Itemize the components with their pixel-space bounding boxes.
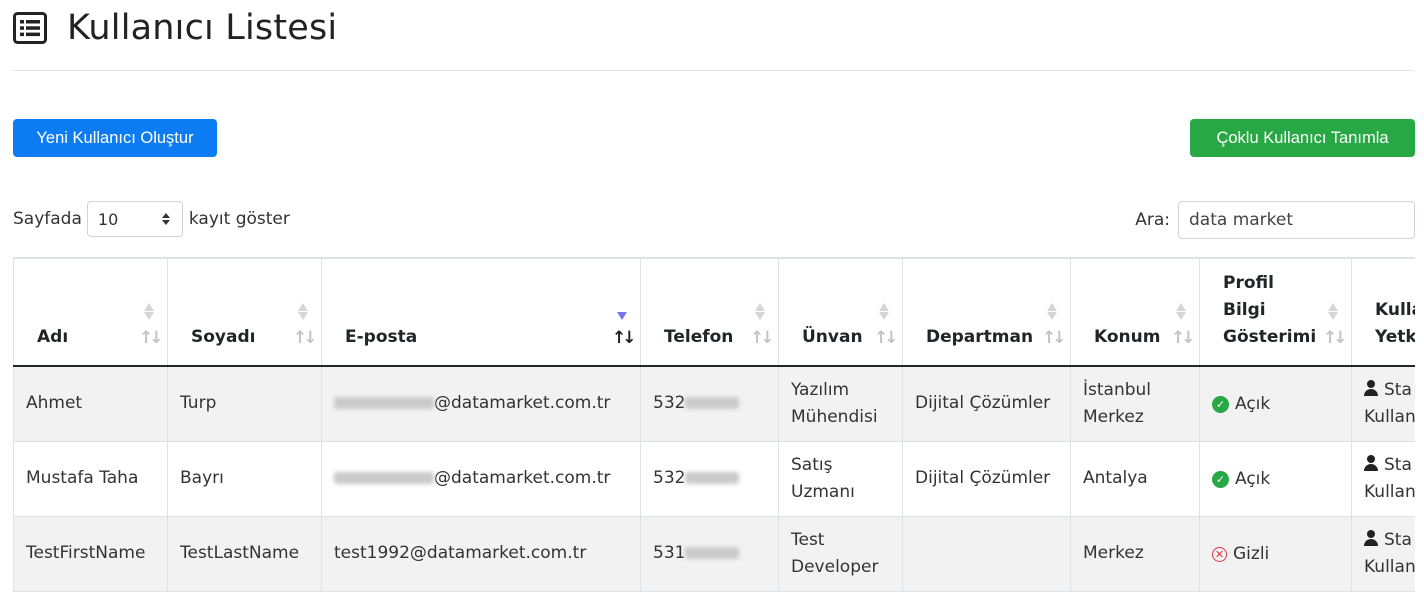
table-row[interactable]: Ahmet Turp @datamarket.com.tr 532 Yazılı… (13, 366, 1415, 442)
cell-soyad: Turp (167, 366, 322, 442)
list-icon (13, 12, 47, 44)
redacted-text (334, 397, 434, 410)
redacted-text (685, 547, 740, 559)
cell-yetki: Sta Kullan (1351, 516, 1415, 592)
sort-icon: ↑↓ (1042, 303, 1066, 349)
cell-email: test1992@datamarket.com.tr (321, 516, 641, 592)
user-icon (1364, 529, 1378, 546)
column-header-soyad[interactable]: Soyadı ↑↓ (167, 257, 322, 367)
sort-icon: ↑↓ (750, 303, 774, 349)
sort-icon: ↑↓ (1323, 303, 1347, 349)
bulk-users-button[interactable]: Çoklu Kullanıcı Tanımla (1190, 119, 1415, 157)
search-label: Ara: (1135, 210, 1170, 230)
sort-icon: ↑↓ (293, 303, 317, 349)
column-header-unvan[interactable]: Ünvan ↑↓ (778, 257, 903, 367)
cell-konum: Antalya (1070, 441, 1200, 517)
cell-departman: Dijital Çözümler (902, 366, 1071, 442)
users-table-wrapper[interactable]: Adı ↑↓ Soyadı ↑↓ E-posta ↑↓ Telefon ↑↓ Ünvan… (13, 257, 1415, 594)
column-header-yetki[interactable]: KullaYetk (1351, 257, 1415, 367)
cell-yetki: Sta Kullan (1351, 441, 1415, 517)
length-prefix: Sayfada (13, 209, 82, 229)
cell-profil: ✓ Açık (1199, 366, 1352, 442)
cell-profil: ✕ Gizli (1199, 516, 1352, 592)
cell-ad: Mustafa Taha (13, 441, 168, 517)
table-header-row: Adı ↑↓ Soyadı ↑↓ E-posta ↑↓ Telefon ↑↓ Ünvan… (13, 257, 1415, 367)
cell-telefon: 531 (640, 516, 779, 592)
search-control: Ara: (1135, 201, 1415, 239)
column-header-departman[interactable]: Departman ↑↓ (902, 257, 1071, 367)
cell-yetki: Sta Kullan (1351, 366, 1415, 442)
sort-icon: ↑↓ (1171, 303, 1195, 349)
new-user-button[interactable]: Yeni Kullanıcı Oluştur (13, 119, 217, 157)
cell-unvan: Satış Uzmanı (778, 441, 903, 517)
column-header-eposta[interactable]: E-posta ↑↓ (321, 257, 641, 367)
sort-desc-icon: ↑↓ (612, 303, 636, 349)
cell-departman: Dijital Çözümler (902, 441, 1071, 517)
cell-unvan: Yazılım Mühendisi (778, 366, 903, 442)
cell-email: @datamarket.com.tr (321, 441, 641, 517)
check-circle-icon: ✓ (1212, 470, 1229, 488)
column-header-telefon[interactable]: Telefon ↑↓ (640, 257, 779, 367)
cell-ad: TestFirstName (13, 516, 168, 592)
check-circle-icon: ✓ (1212, 395, 1229, 413)
table-row[interactable]: TestFirstName TestLastName test1992@data… (13, 516, 1415, 592)
user-icon (1364, 379, 1378, 396)
page-length-control: Sayfada 10 kayıt göster (13, 201, 290, 237)
header-divider (13, 70, 1414, 71)
cell-soyad: TestLastName (167, 516, 322, 592)
redacted-text (334, 472, 434, 484)
sort-icon: ↑↓ (874, 303, 898, 349)
table-row[interactable]: Mustafa Taha Bayrı @datamarket.com.tr 53… (13, 441, 1415, 517)
cell-telefon: 532 (640, 366, 779, 442)
cell-unvan: Test Developer (778, 516, 903, 592)
sort-icon: ↑↓ (139, 303, 163, 349)
select-arrows-icon (161, 213, 170, 225)
cell-ad: Ahmet (13, 366, 168, 442)
user-icon (1364, 454, 1378, 471)
cell-konum: İstanbul Merkez (1070, 366, 1200, 442)
users-table: Adı ↑↓ Soyadı ↑↓ E-posta ↑↓ Telefon ↑↓ Ünvan… (13, 257, 1415, 592)
x-circle-icon: ✕ (1212, 546, 1227, 562)
redacted-text (685, 397, 740, 410)
page-length-select[interactable]: 10 (86, 201, 183, 237)
cell-konum: Merkez (1070, 516, 1200, 592)
page-length-value: 10 (97, 209, 119, 229)
column-header-konum[interactable]: Konum ↑↓ (1070, 257, 1200, 367)
redacted-text (685, 472, 740, 484)
search-input[interactable] (1178, 201, 1415, 239)
cell-soyad: Bayrı (167, 441, 322, 517)
page-title: Kullanıcı Listesi (67, 8, 338, 48)
page-header: Kullanıcı Listesi (13, 8, 337, 48)
cell-telefon: 532 (640, 441, 779, 517)
cell-departman (902, 516, 1071, 592)
column-header-ad[interactable]: Adı ↑↓ (13, 257, 168, 367)
cell-profil: ✓ Açık (1199, 441, 1352, 517)
cell-email: @datamarket.com.tr (321, 366, 641, 442)
column-header-profil[interactable]: Profil Bilgi Gösterimi ↑↓ (1199, 257, 1352, 367)
length-suffix: kayıt göster (188, 209, 290, 229)
